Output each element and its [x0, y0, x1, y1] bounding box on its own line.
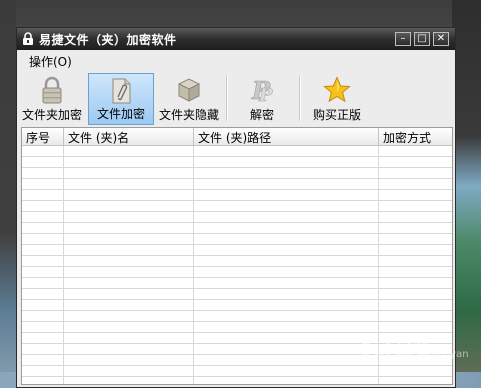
column-header-index[interactable]: 序号	[22, 129, 63, 145]
box-icon	[177, 78, 201, 102]
watermark-sub: jingyan	[432, 349, 469, 360]
toolbar-separator	[299, 75, 301, 121]
menu-bar: 操作(O)	[17, 50, 455, 69]
column-divider	[63, 146, 64, 384]
svg-text:P: P	[258, 85, 273, 104]
folder-hide-button[interactable]: 文件夹隐藏	[157, 73, 221, 125]
lock-app-icon	[23, 32, 33, 45]
watermark: Bai 经验	[360, 340, 431, 360]
file-encrypt-button[interactable]: 文件加密	[88, 73, 154, 125]
desktop-right-strip	[452, 0, 481, 388]
lock-icon	[42, 76, 62, 104]
folder-encrypt-button[interactable]: 文件夹加密	[20, 73, 84, 125]
column-header-path[interactable]: 文件 (夹)路径	[194, 129, 378, 145]
column-header-method[interactable]: 加密方式	[379, 129, 452, 145]
buy-license-label: 购买正版	[312, 108, 361, 122]
column-divider	[193, 146, 194, 384]
menu-operation[interactable]: 操作(O)	[29, 53, 72, 70]
toolbar-separator	[226, 75, 228, 121]
folder-encrypt-label: 文件夹加密	[21, 108, 82, 122]
minimize-button[interactable]: –	[395, 32, 411, 46]
buy-license-button[interactable]: 购买正版	[305, 73, 369, 125]
table-header: 序号 文件 (夹)名 文件 (夹)路径 加密方式	[22, 128, 452, 146]
app-window: 易捷文件（夹）加密软件 – □ ✕ 操作(O) 文件夹加密 文件加密 文件夹隐藏…	[16, 27, 456, 388]
title-bar[interactable]: 易捷文件（夹）加密软件 – □ ✕	[17, 28, 455, 50]
toolbar: 文件夹加密 文件加密 文件夹隐藏 P P 解密 购买正版	[17, 69, 455, 127]
desktop-left-strip	[0, 0, 16, 388]
folder-hide-label: 文件夹隐藏	[158, 108, 219, 122]
file-encrypt-label: 文件加密	[96, 107, 145, 121]
close-button[interactable]: ✕	[433, 32, 449, 46]
p-key-icon: P P	[251, 76, 274, 104]
star-icon	[323, 76, 351, 103]
column-header-name[interactable]: 文件 (夹)名	[64, 129, 193, 145]
file-paperclip-icon	[112, 78, 131, 104]
decrypt-label: 解密	[249, 108, 274, 122]
window-title: 易捷文件（夹）加密软件	[39, 33, 177, 47]
maximize-button[interactable]: □	[414, 32, 430, 46]
decrypt-button[interactable]: P P 解密	[231, 73, 293, 125]
